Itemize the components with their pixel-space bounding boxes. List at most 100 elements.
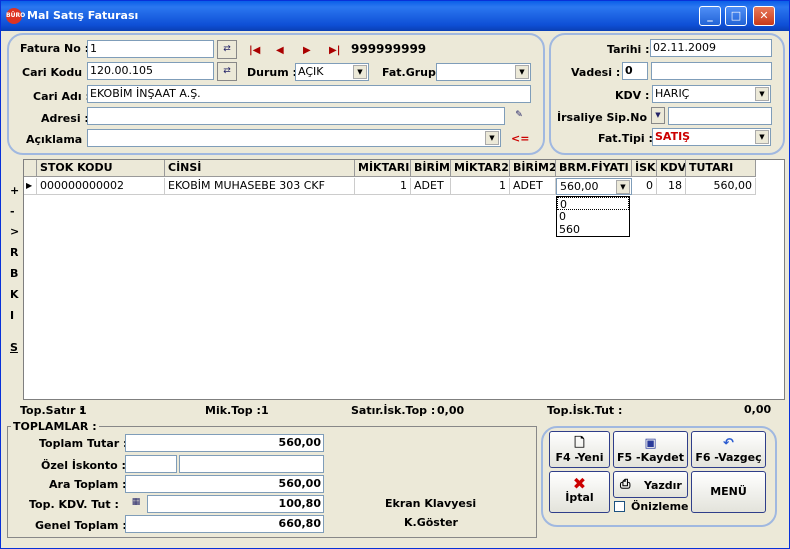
title-bar[interactable]: BÜRO Mal Satış Faturası _ □ ✕ bbox=[1, 1, 789, 31]
keyboard-show-link[interactable]: K.Göster bbox=[404, 516, 458, 529]
first-record-icon[interactable]: |◀ bbox=[249, 45, 260, 56]
ozel-iskonto-percent-input[interactable] bbox=[125, 455, 177, 473]
col-header[interactable]: BRM.FİYATI bbox=[556, 160, 632, 177]
dropdown-option[interactable]: 560 bbox=[557, 223, 629, 236]
table-cell[interactable]: ADET bbox=[411, 178, 451, 195]
fatura-no-input[interactable]: 1 bbox=[87, 40, 214, 58]
table-cell[interactable]: 000000000002 bbox=[37, 178, 165, 195]
side-r-button[interactable]: R bbox=[10, 246, 18, 259]
totals-group-label: TOPLAMLAR : bbox=[11, 420, 99, 433]
kdv-tut-value[interactable]: 100,80 bbox=[147, 495, 324, 513]
irsaliye-dropdown-icon[interactable]: ▼ bbox=[651, 107, 665, 124]
new-button[interactable]: 🗋 F4 -Yeni bbox=[549, 431, 610, 468]
table-cell[interactable]: EKOBİM MUHASEBE 303 CKF bbox=[165, 178, 355, 195]
col-header[interactable]: MİKTAR2 bbox=[451, 160, 510, 177]
irsaliye-input[interactable] bbox=[668, 107, 772, 125]
cari-lookup-icon[interactable]: ⇄ bbox=[217, 62, 237, 81]
minimize-button[interactable]: _ bbox=[699, 6, 721, 26]
dropdown-option[interactable]: 0 bbox=[557, 197, 629, 211]
col-header[interactable]: STOK KODU bbox=[37, 160, 165, 177]
invoice-lines-table[interactable]: STOK KODU CİNSİ MİKTARI BİRİM MİKTAR2 Bİ… bbox=[23, 159, 785, 400]
tarihi-label: Tarihi : bbox=[607, 43, 650, 56]
current-row-arrow-icon: ▶ bbox=[24, 178, 37, 195]
address-edit-icon[interactable]: ✎ bbox=[509, 107, 529, 126]
last-record-icon[interactable]: ▶| bbox=[329, 45, 340, 56]
table-cell[interactable]: ADET bbox=[510, 178, 556, 195]
cari-adi-label: Cari Adı : bbox=[33, 90, 90, 103]
chevron-down-icon[interactable]: ▼ bbox=[755, 87, 769, 101]
col-header[interactable]: BİRİM bbox=[411, 160, 451, 177]
save-button[interactable]: ▣ F5 -Kaydet bbox=[613, 431, 688, 468]
prev-record-icon[interactable]: ◀ bbox=[276, 45, 284, 56]
table-cell[interactable]: 0 bbox=[632, 178, 657, 195]
adresi-input[interactable] bbox=[87, 107, 505, 125]
aciklama-arrow[interactable]: <= bbox=[511, 132, 529, 145]
chevron-down-icon[interactable]: ▼ bbox=[755, 130, 769, 144]
close-button[interactable]: ✕ bbox=[753, 6, 775, 26]
adresi-label: Adresi : bbox=[41, 112, 89, 125]
delete-button[interactable]: ✖ İptal bbox=[549, 471, 610, 513]
chevron-down-icon[interactable]: ▼ bbox=[515, 65, 529, 79]
menu-button[interactable]: MENÜ bbox=[691, 471, 766, 513]
chevron-down-icon[interactable]: ▼ bbox=[353, 65, 367, 79]
cari-kodu-label: Cari Kodu : bbox=[22, 66, 91, 79]
col-header[interactable]: TUTARI bbox=[686, 160, 756, 177]
top-satir-value: 1 bbox=[79, 404, 87, 417]
aciklama-select[interactable]: ▼ bbox=[87, 129, 501, 147]
price-dropdown-list[interactable]: 0 0 560 bbox=[556, 196, 630, 237]
durum-value: AÇIK bbox=[298, 65, 324, 78]
genel-toplam-label: Genel Toplam : bbox=[35, 519, 127, 532]
row-indicator-header bbox=[24, 160, 37, 177]
vadesi-days-input[interactable]: 0 bbox=[622, 62, 648, 80]
table-cell[interactable]: 18 bbox=[657, 178, 686, 195]
maximize-button[interactable]: □ bbox=[725, 6, 747, 26]
fat-tipi-select[interactable]: SATIŞ ▼ bbox=[652, 128, 771, 146]
tarihi-input[interactable]: 02.11.2009 bbox=[650, 39, 772, 57]
floppy-disk-icon: ▣ bbox=[644, 436, 657, 451]
table-cell[interactable]: 560,00 bbox=[686, 178, 756, 195]
durum-select[interactable]: AÇIK ▼ bbox=[295, 63, 369, 81]
side-b-button[interactable]: B bbox=[10, 267, 18, 280]
col-header[interactable]: BİRİM2 bbox=[510, 160, 556, 177]
preview-checkbox[interactable] bbox=[614, 501, 625, 512]
table-cell[interactable]: 1 bbox=[451, 178, 510, 195]
chevron-down-icon[interactable]: ▼ bbox=[485, 131, 499, 145]
chevron-down-icon[interactable]: ▼ bbox=[616, 180, 630, 194]
satir-isk-label: Satır.İsk.Top : bbox=[351, 404, 436, 417]
add-row-button[interactable]: + bbox=[10, 184, 19, 197]
durum-label: Durum : bbox=[247, 66, 297, 79]
fatura-no-label: Fatura No : bbox=[20, 42, 90, 55]
toplam-tutar-value[interactable]: 560,00 bbox=[125, 434, 324, 452]
fat-grup-select[interactable]: ▼ bbox=[436, 63, 531, 81]
next-row-button[interactable]: > bbox=[10, 225, 19, 238]
next-record-icon[interactable]: ▶ bbox=[303, 45, 311, 56]
kdv-detail-icon[interactable]: ▦ bbox=[127, 495, 145, 512]
col-header[interactable]: CİNSİ bbox=[165, 160, 355, 177]
ozel-iskonto-label: Özel İskonto : bbox=[41, 459, 126, 472]
price-select[interactable]: 560,00 ▼ bbox=[556, 178, 632, 195]
col-header[interactable]: MİKTARI bbox=[355, 160, 411, 177]
cari-kodu-input[interactable]: 120.00.105 bbox=[87, 62, 214, 80]
side-i-button[interactable]: I bbox=[10, 309, 14, 322]
window-title: Mal Satış Faturası bbox=[27, 9, 139, 22]
cari-adi-input[interactable]: EKOBİM İNŞAAT A.Ş. bbox=[87, 85, 531, 103]
genel-toplam-value[interactable]: 660,80 bbox=[125, 515, 324, 533]
remove-row-button[interactable]: - bbox=[10, 205, 15, 218]
kdv-select[interactable]: HARIÇ ▼ bbox=[652, 85, 771, 103]
cancel-button[interactable]: ↶ F6 -Vazgeç bbox=[691, 431, 766, 468]
print-button[interactable]: ⎙ Yazdır bbox=[613, 471, 688, 498]
fatura-lookup-icon[interactable]: ⇄ bbox=[217, 40, 237, 59]
dropdown-option[interactable]: 0 bbox=[557, 210, 629, 223]
col-header[interactable]: KDV bbox=[657, 160, 686, 177]
ara-toplam-value[interactable]: 560,00 bbox=[125, 475, 324, 493]
vadesi-date-input[interactable] bbox=[651, 62, 772, 80]
kdv-tut-label: Top. KDV. Tut : bbox=[29, 498, 119, 511]
app-logo-icon: BÜRO bbox=[6, 8, 25, 24]
printer-icon: ⎙ bbox=[620, 477, 631, 492]
ozel-iskonto-amount-input[interactable] bbox=[179, 455, 324, 473]
side-k-button[interactable]: K bbox=[10, 288, 19, 301]
table-cell[interactable]: 1 bbox=[355, 178, 411, 195]
mik-top-value: 1 bbox=[261, 404, 269, 417]
col-header[interactable]: İSK bbox=[632, 160, 657, 177]
side-s-button[interactable]: S bbox=[10, 341, 18, 354]
